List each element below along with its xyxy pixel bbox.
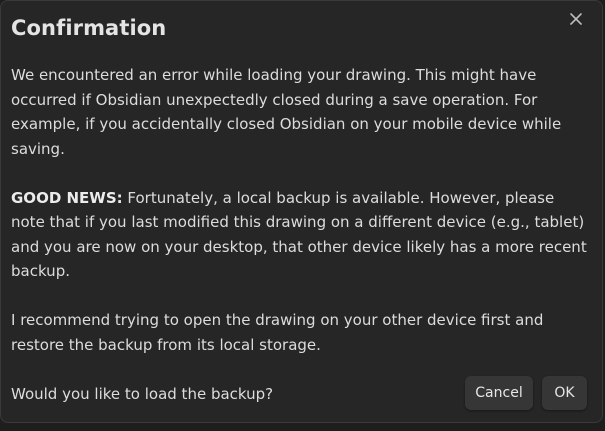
ok-button[interactable]: OK — [542, 376, 587, 410]
recommendation-paragraph: I recommend trying to open the drawing o… — [11, 311, 544, 354]
good-news-paragraph: GOOD NEWS: Fortunately, a local backup i… — [11, 186, 591, 284]
close-icon[interactable] — [566, 9, 586, 29]
cancel-button[interactable]: Cancel — [465, 376, 533, 410]
good-news-label: GOOD NEWS: — [11, 188, 123, 207]
message-paragraph: We encountered an error while loading yo… — [11, 66, 562, 158]
confirmation-dialog: Confirmation We encountered an error whi… — [0, 0, 603, 423]
dialog-title: Confirmation — [11, 16, 167, 40]
